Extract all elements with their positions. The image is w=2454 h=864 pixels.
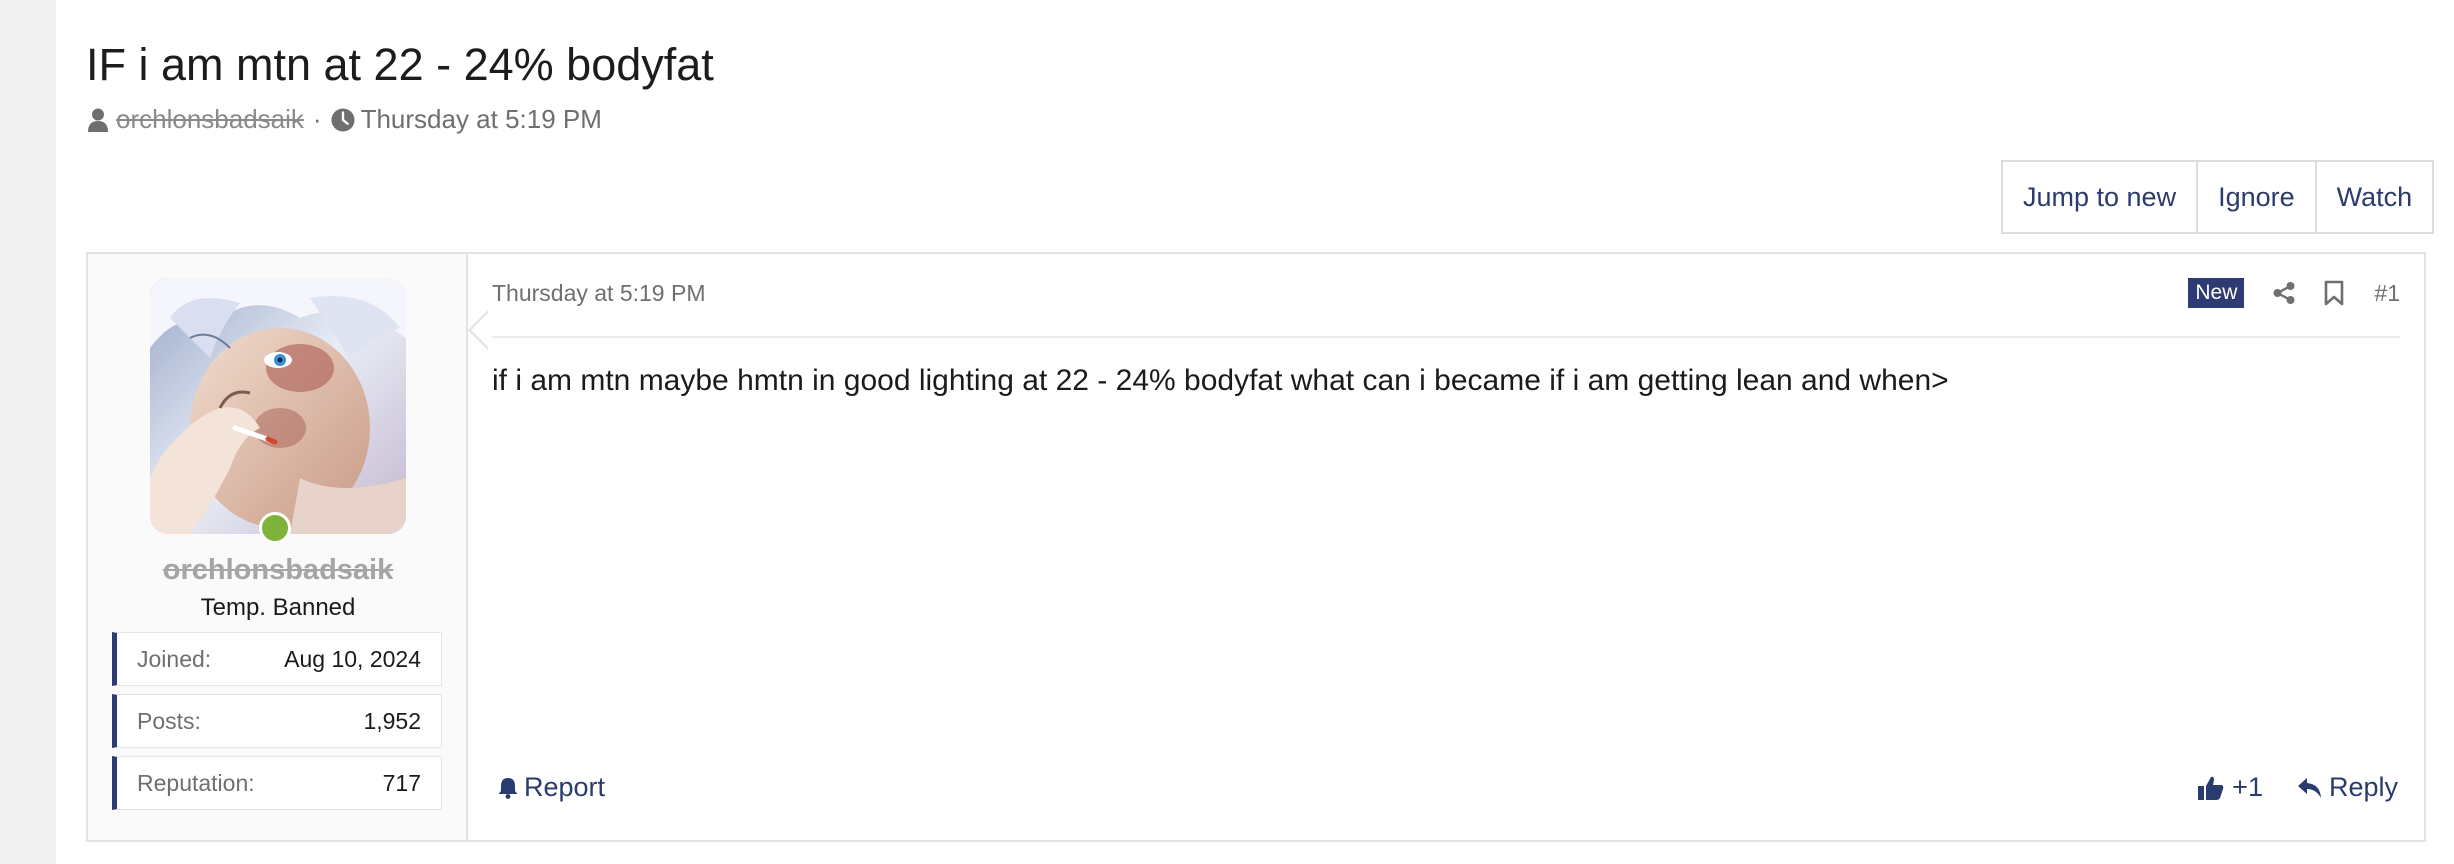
post-header-divider	[492, 336, 2400, 338]
user-title: Temp. Banned	[200, 594, 356, 621]
thread-meta: orchlonsbadsaik · Thursday at 5:19 PM	[86, 104, 602, 135]
stat-posts: Posts: 1,952	[112, 694, 442, 748]
bookmark-icon[interactable]	[2324, 280, 2344, 306]
clock-icon	[331, 106, 355, 134]
reply-icon	[2297, 777, 2321, 798]
left-gutter	[0, 0, 56, 864]
meta-separator: ·	[312, 104, 322, 134]
like-button[interactable]: +1	[2198, 772, 2263, 803]
share-icon[interactable]	[2272, 281, 2296, 305]
thread-action-buttons: Jump to new Ignore Watch	[2001, 160, 2435, 234]
stat-posts-value: 1,952	[363, 707, 421, 734]
stat-joined-label: Joined:	[137, 645, 212, 672]
stat-reputation-value: 717	[382, 769, 421, 796]
user-icon	[86, 106, 110, 134]
reply-button[interactable]: Reply	[2297, 772, 2398, 803]
stat-joined: Joined: Aug 10, 2024	[112, 632, 442, 686]
post-date[interactable]: Thursday at 5:19 PM	[492, 280, 706, 307]
thread-title: IF i am mtn at 22 - 24% bodyfat	[86, 39, 714, 90]
jump-to-new-button[interactable]: Jump to new	[2003, 162, 2196, 232]
like-count: +1	[2232, 772, 2263, 802]
thread-page: IF i am mtn at 22 - 24% bodyfat orchlons…	[56, 0, 2454, 864]
bell-icon	[498, 777, 518, 799]
avatar[interactable]	[150, 278, 406, 534]
post-footer-actions: +1 Reply	[2198, 772, 2398, 803]
post-author-name[interactable]: orchlonsbadsaik	[88, 554, 468, 587]
ignore-button[interactable]: Ignore	[2196, 162, 2315, 232]
report-label: Report	[524, 772, 606, 802]
watch-button[interactable]: Watch	[2314, 162, 2433, 232]
post: orchlonsbadsaik Temp. Banned Joined: Aug…	[86, 252, 2426, 842]
post-body: if i am mtn maybe hmtn in good lighting …	[492, 364, 1949, 397]
thumbs-up-icon	[2198, 776, 2224, 800]
reply-label: Reply	[2328, 772, 2398, 802]
stat-reputation-label: Reputation:	[137, 769, 255, 796]
report-link[interactable]: Report	[498, 772, 605, 803]
online-status-indicator	[259, 512, 291, 544]
post-user-panel: orchlonsbadsaik Temp. Banned Joined: Aug…	[88, 254, 489, 840]
new-badge: New	[2188, 278, 2245, 308]
thread-date[interactable]: Thursday at 5:19 PM	[361, 104, 602, 135]
stat-joined-value: Aug 10, 2024	[284, 645, 421, 672]
post-number-link[interactable]: #1	[2374, 280, 2400, 307]
thread-author-link[interactable]: orchlonsbadsaik	[116, 104, 304, 135]
post-main: Thursday at 5:19 PM New #1 if i am mtn m…	[468, 254, 2424, 840]
post-header-actions: New #1	[2188, 276, 2400, 310]
stat-posts-label: Posts:	[137, 707, 201, 734]
stat-reputation: Reputation: 717	[112, 756, 442, 810]
